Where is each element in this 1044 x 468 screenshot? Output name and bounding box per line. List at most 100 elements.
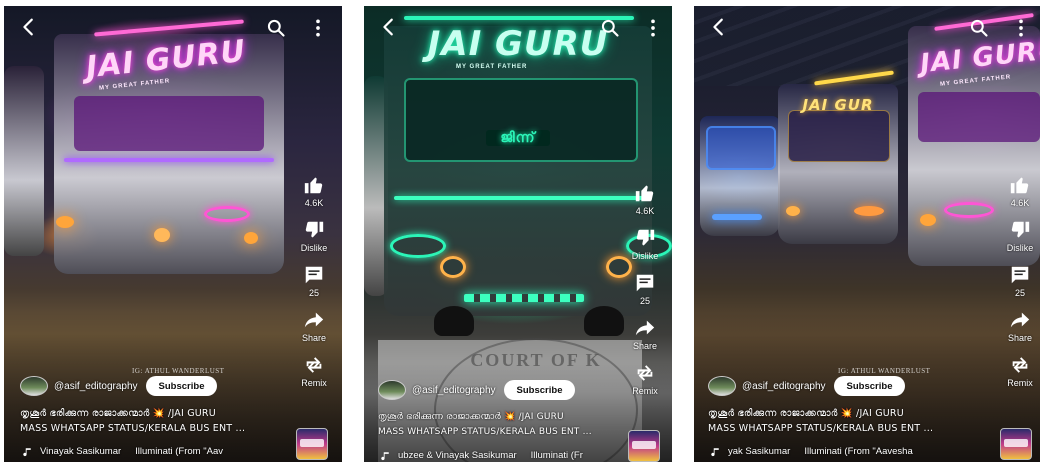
remix-button[interactable]: Remix: [1007, 354, 1033, 388]
headlight: [786, 206, 800, 216]
video-title[interactable]: തൃശൂർ ഭരിക്കുന്ന രാജാക്കന്മാർ 💥 /JAI GUR…: [20, 406, 245, 436]
dislike-button[interactable]: Dislike: [1007, 219, 1033, 253]
channel-avatar[interactable]: [708, 376, 736, 396]
comments-button[interactable]: 25: [1009, 264, 1031, 298]
search-icon[interactable]: [600, 18, 620, 38]
music-row[interactable]: yak Sasikumar Illuminati (From "Aavesha: [710, 446, 994, 457]
share-button[interactable]: Share: [633, 317, 657, 351]
channel-avatar[interactable]: [20, 376, 48, 396]
action-rail: 4.6K Dislike 25 Share Remix: [292, 174, 336, 399]
short-screen-1: JAI GURU MY GREAT FATHER 4.6K Dislike 25…: [4, 6, 342, 462]
music-track: Illuminati (From "Aavesha: [804, 446, 913, 457]
music-row[interactable]: ubzee & Vinayak Sasikumar Illuminati (Fr: [380, 450, 620, 461]
comments-button[interactable]: 25: [303, 264, 325, 298]
headlight-left: [390, 234, 446, 258]
music-artist: Vinayak Sasikumar: [40, 446, 122, 457]
music-thumbnail[interactable]: [1000, 428, 1032, 460]
video-title-line-1: തൃശൂർ ഭരിക്കുന്ന രാജാക്കന്മാർ 💥 /JAI GUR…: [378, 412, 564, 422]
channel-handle[interactable]: @asif_editography: [54, 381, 138, 392]
music-row[interactable]: Vinayak Sasikumar Illuminati (From "Aav: [22, 446, 286, 457]
like-button[interactable]: 4.6K: [1009, 174, 1031, 208]
music-artist: yak Sasikumar: [728, 446, 791, 457]
channel-avatar[interactable]: [378, 380, 406, 400]
bus-blue-windshield: [706, 126, 776, 170]
thumbs-up-icon: [303, 174, 325, 196]
dislike-button[interactable]: Dislike: [300, 219, 328, 253]
bus-left-edge: [4, 66, 44, 256]
music-note-icon: [380, 451, 390, 461]
video-title[interactable]: തൃശൂർ ഭരിക്കുന്ന രാജാക്കന്മാർ 💥 /JAI GUR…: [708, 406, 933, 436]
short-screen-2: JAI GURU MY GREAT FATHER ജിന്ന് COURT OF…: [364, 6, 672, 462]
remix-label: Remix: [1007, 378, 1033, 388]
music-track: Illuminati (From "Aav: [135, 446, 223, 457]
video-title[interactable]: തൃശൂർ ഭരിക്കുന്ന രാജാക്കന്മാർ 💥 /JAI GUR…: [378, 410, 592, 440]
video-title-line-2: MASS WHATSAPP STATUS/KERALA BUS ENT ...: [378, 427, 592, 437]
dislike-button[interactable]: Dislike: [631, 227, 659, 261]
music-thumbnail[interactable]: [628, 430, 660, 462]
comments-button[interactable]: 25: [634, 272, 656, 306]
fog-light: [154, 228, 170, 242]
bus-light-strip: [394, 196, 644, 200]
channel-handle[interactable]: @asif_editography: [412, 385, 496, 396]
video-title-line-1: തൃശൂർ ഭരിക്കുന്ന രാജാക്കന്മാർ 💥 /JAI GUR…: [708, 408, 904, 419]
subscribe-button[interactable]: Subscribe: [503, 380, 576, 400]
bumper-light-strip: [464, 294, 584, 302]
remix-label: Remix: [632, 386, 658, 396]
thumbs-down-icon: [303, 219, 325, 241]
remix-button[interactable]: Remix: [632, 362, 658, 396]
bus-yellow-windshield: [788, 110, 890, 162]
music-track: Illuminati (Fr: [530, 450, 583, 461]
bus-light-strip: [64, 158, 274, 162]
subscribe-button[interactable]: Subscribe: [833, 376, 906, 396]
comment-count: 25: [1014, 288, 1025, 298]
bus-windshield: [74, 96, 264, 151]
video-title-line-2: MASS WHATSAPP STATUS/KERALA BUS ENT ...: [20, 423, 246, 434]
bus-windshield: [404, 78, 638, 162]
like-button[interactable]: 4.6K: [634, 182, 656, 216]
music-artist: ubzee & Vinayak Sasikumar: [398, 450, 517, 461]
short-screen-3: JAI GUR JAI GURU MY GREAT FATHER 4.6K Di…: [694, 6, 1040, 462]
music-note-icon: [710, 447, 720, 457]
like-count: 4.6K: [635, 206, 655, 216]
share-label: Share: [301, 333, 327, 343]
bus-destination-board: ജിന്ന്: [486, 130, 550, 146]
video-watermark: IG: ATHUL WANDERLUST: [838, 367, 931, 375]
more-options-icon[interactable]: [650, 18, 656, 38]
subscribe-button[interactable]: Subscribe: [145, 376, 218, 396]
remix-button[interactable]: Remix: [301, 354, 327, 388]
thumbs-up-icon: [634, 182, 656, 204]
thumbs-up-icon: [1009, 174, 1031, 196]
music-thumbnail[interactable]: [296, 428, 328, 460]
like-count: 4.6K: [1010, 198, 1030, 208]
back-arrow-icon[interactable]: [18, 16, 40, 38]
more-options-icon[interactable]: [315, 18, 321, 38]
bus-windshield: [918, 92, 1040, 142]
remix-label: Remix: [301, 378, 327, 388]
channel-row: @asif_editography Subscribe: [708, 376, 906, 396]
search-icon[interactable]: [969, 18, 989, 38]
share-arrow-icon: [634, 317, 656, 339]
back-arrow-icon[interactable]: [708, 16, 730, 38]
like-count: 4.6K: [304, 198, 324, 208]
share-arrow-icon: [1009, 309, 1031, 331]
more-options-icon[interactable]: [1018, 18, 1024, 38]
comment-icon: [1009, 264, 1031, 286]
dislike-label: Dislike: [631, 251, 659, 261]
search-icon[interactable]: [266, 18, 286, 38]
video-title-line-1: തൃശൂർ ഭരിക്കുന്ന രാജാക്കന്മാർ 💥 /JAI GUR…: [20, 408, 216, 419]
dislike-label: Dislike: [300, 243, 328, 253]
blue-bus-light: [712, 214, 762, 220]
headlight-right: [244, 232, 258, 244]
thumbs-down-icon: [1009, 219, 1031, 241]
comment-icon: [634, 272, 656, 294]
like-button[interactable]: 4.6K: [303, 174, 325, 208]
bus-logo-subtitle: MY GREAT FATHER: [456, 64, 528, 70]
back-arrow-icon[interactable]: [378, 16, 400, 38]
action-rail: 4.6K Dislike 25 Share Remix: [998, 174, 1040, 399]
wheel-shadow: [584, 306, 624, 336]
channel-row: @asif_editography Subscribe: [20, 376, 218, 396]
channel-handle[interactable]: @asif_editography: [742, 381, 826, 392]
share-arrow-icon: [303, 309, 325, 331]
share-button[interactable]: Share: [1008, 309, 1032, 343]
share-button[interactable]: Share: [302, 309, 326, 343]
